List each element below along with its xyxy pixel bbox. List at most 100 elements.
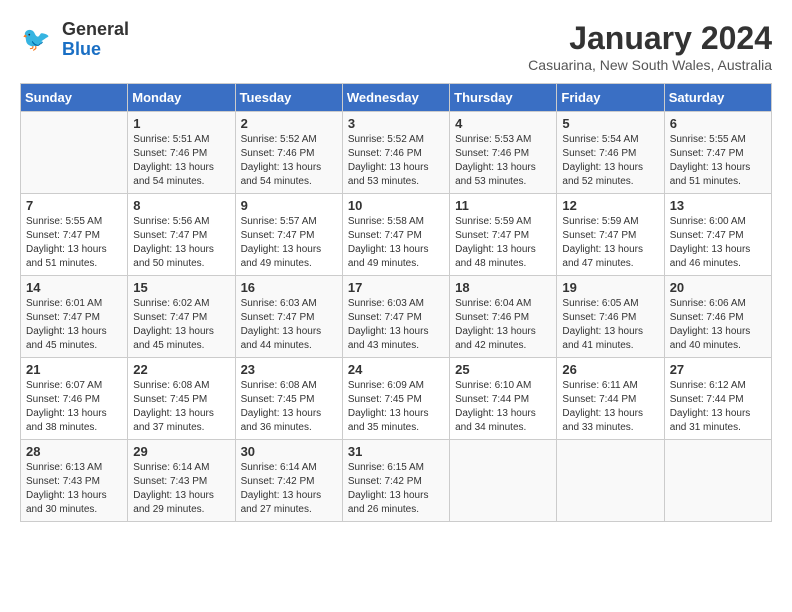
calendar-table: SundayMondayTuesdayWednesdayThursdayFrid… [20,83,772,522]
day-number: 22 [133,362,229,377]
day-number: 19 [562,280,658,295]
calendar-title: January 2024 [528,20,772,57]
day-info: Sunrise: 5:52 AM Sunset: 7:46 PM Dayligh… [348,133,444,189]
day-number: 15 [133,280,229,295]
day-number: 11 [455,198,551,213]
calendar-cell: 25 Sunrise: 6:10 AM Sunset: 7:44 PM Dayli… [450,358,557,440]
day-number: 21 [26,362,122,377]
calendar-cell: 10 Sunrise: 5:58 AM Sunset: 7:47 PM Dayli… [342,194,449,276]
calendar-cell: 20 Sunrise: 6:06 AM Sunset: 7:46 PM Dayli… [664,276,771,358]
calendar-cell [664,440,771,522]
calendar-cell: 14 Sunrise: 6:01 AM Sunset: 7:47 PM Dayli… [21,276,128,358]
calendar-cell: 1 Sunrise: 5:51 AM Sunset: 7:46 PM Daylig… [128,112,235,194]
calendar-cell: 4Sunrise: 5:53 AM Sunset: 7:46 PM Daylig… [450,112,557,194]
calendar-cell: 31 Sunrise: 6:15 AM Sunset: 7:42 PM Dayli… [342,440,449,522]
day-info: Sunrise: 5:55 AM Sunset: 7:47 PM Dayligh… [670,133,766,189]
day-info: Sunrise: 6:02 AM Sunset: 7:47 PM Dayligh… [133,297,229,353]
logo-line1: General [62,19,129,39]
day-info: Sunrise: 5:51 AM Sunset: 7:46 PM Dayligh… [133,133,229,189]
calendar-cell: 18 Sunrise: 6:04 AM Sunset: 7:46 PM Dayli… [450,276,557,358]
day-info: Sunrise: 6:14 AM Sunset: 7:43 PM Dayligh… [133,461,229,517]
day-number: 27 [670,362,766,377]
logo-line2: Blue [62,39,101,59]
calendar-cell: 22 Sunrise: 6:08 AM Sunset: 7:45 PM Dayli… [128,358,235,440]
calendar-week-row: 21 Sunrise: 6:07 AM Sunset: 7:46 PM Dayli… [21,358,772,440]
day-number: 28 [26,444,122,459]
calendar-cell: 19 Sunrise: 6:05 AM Sunset: 7:46 PM Dayli… [557,276,664,358]
day-number: 14 [26,280,122,295]
day-number: 26 [562,362,658,377]
day-number: 18 [455,280,551,295]
weekday-header-row: SundayMondayTuesdayWednesdayThursdayFrid… [21,84,772,112]
day-info: Sunrise: 6:03 AM Sunset: 7:47 PM Dayligh… [241,297,337,353]
day-number: 29 [133,444,229,459]
day-info: Sunrise: 6:07 AM Sunset: 7:46 PM Dayligh… [26,379,122,435]
calendar-week-row: 14 Sunrise: 6:01 AM Sunset: 7:47 PM Dayli… [21,276,772,358]
day-info: Sunrise: 6:05 AM Sunset: 7:46 PM Dayligh… [562,297,658,353]
day-number: 2 [241,116,337,131]
weekday-header-wednesday: Wednesday [342,84,449,112]
day-number: 4 [455,116,551,131]
calendar-cell: 7 Sunrise: 5:55 AM Sunset: 7:47 PM Daylig… [21,194,128,276]
calendar-cell: 13 Sunrise: 6:00 AM Sunset: 7:47 PM Dayli… [664,194,771,276]
calendar-week-row: 7 Sunrise: 5:55 AM Sunset: 7:47 PM Daylig… [21,194,772,276]
day-number: 13 [670,198,766,213]
calendar-cell: 12 Sunrise: 5:59 AM Sunset: 7:47 PM Dayli… [557,194,664,276]
weekday-header-sunday: Sunday [21,84,128,112]
day-number: 8 [133,198,229,213]
day-info: Sunrise: 5:57 AM Sunset: 7:47 PM Dayligh… [241,215,337,271]
day-info: Sunrise: 6:15 AM Sunset: 7:42 PM Dayligh… [348,461,444,517]
day-number: 12 [562,198,658,213]
day-number: 10 [348,198,444,213]
day-info: Sunrise: 6:04 AM Sunset: 7:46 PM Dayligh… [455,297,551,353]
day-info: Sunrise: 6:11 AM Sunset: 7:44 PM Dayligh… [562,379,658,435]
day-info: Sunrise: 5:55 AM Sunset: 7:47 PM Dayligh… [26,215,122,271]
day-info: Sunrise: 5:54 AM Sunset: 7:46 PM Dayligh… [562,133,658,189]
day-info: Sunrise: 6:09 AM Sunset: 7:45 PM Dayligh… [348,379,444,435]
calendar-cell: 29 Sunrise: 6:14 AM Sunset: 7:43 PM Dayli… [128,440,235,522]
page-header: 🐦 General Blue January 2024 Casuarina, N… [20,20,772,73]
calendar-cell: 8 Sunrise: 5:56 AM Sunset: 7:47 PM Daylig… [128,194,235,276]
calendar-cell: 23 Sunrise: 6:08 AM Sunset: 7:45 PM Dayli… [235,358,342,440]
day-number: 31 [348,444,444,459]
day-info: Sunrise: 6:06 AM Sunset: 7:46 PM Dayligh… [670,297,766,353]
calendar-cell: 27Sunrise: 6:12 AM Sunset: 7:44 PM Dayli… [664,358,771,440]
day-number: 3 [348,116,444,131]
calendar-cell [21,112,128,194]
day-info: Sunrise: 5:56 AM Sunset: 7:47 PM Dayligh… [133,215,229,271]
day-info: Sunrise: 5:52 AM Sunset: 7:46 PM Dayligh… [241,133,337,189]
calendar-cell: 28Sunrise: 6:13 AM Sunset: 7:43 PM Dayli… [21,440,128,522]
day-info: Sunrise: 5:59 AM Sunset: 7:47 PM Dayligh… [562,215,658,271]
day-number: 7 [26,198,122,213]
logo-icon: 🐦 [20,22,56,58]
calendar-cell: 26 Sunrise: 6:11 AM Sunset: 7:44 PM Dayli… [557,358,664,440]
weekday-header-monday: Monday [128,84,235,112]
day-info: Sunrise: 6:00 AM Sunset: 7:47 PM Dayligh… [670,215,766,271]
title-area: January 2024 Casuarina, New South Wales,… [528,20,772,73]
calendar-cell: 11 Sunrise: 5:59 AM Sunset: 7:47 PM Dayli… [450,194,557,276]
day-info: Sunrise: 6:10 AM Sunset: 7:44 PM Dayligh… [455,379,551,435]
day-number: 9 [241,198,337,213]
day-number: 1 [133,116,229,131]
day-number: 24 [348,362,444,377]
calendar-cell: 5Sunrise: 5:54 AM Sunset: 7:46 PM Daylig… [557,112,664,194]
day-info: Sunrise: 5:59 AM Sunset: 7:47 PM Dayligh… [455,215,551,271]
day-number: 16 [241,280,337,295]
day-info: Sunrise: 6:01 AM Sunset: 7:47 PM Dayligh… [26,297,122,353]
day-number: 23 [241,362,337,377]
day-info: Sunrise: 5:58 AM Sunset: 7:47 PM Dayligh… [348,215,444,271]
calendar-cell: 3 Sunrise: 5:52 AM Sunset: 7:46 PM Daylig… [342,112,449,194]
calendar-cell: 30Sunrise: 6:14 AM Sunset: 7:42 PM Dayli… [235,440,342,522]
day-number: 25 [455,362,551,377]
calendar-cell: 24 Sunrise: 6:09 AM Sunset: 7:45 PM Dayli… [342,358,449,440]
calendar-cell: 15 Sunrise: 6:02 AM Sunset: 7:47 PM Dayli… [128,276,235,358]
day-info: Sunrise: 6:14 AM Sunset: 7:42 PM Dayligh… [241,461,337,517]
weekday-header-tuesday: Tuesday [235,84,342,112]
day-info: Sunrise: 6:08 AM Sunset: 7:45 PM Dayligh… [133,379,229,435]
day-number: 20 [670,280,766,295]
calendar-week-row: 1 Sunrise: 5:51 AM Sunset: 7:46 PM Daylig… [21,112,772,194]
day-info: Sunrise: 6:08 AM Sunset: 7:45 PM Dayligh… [241,379,337,435]
calendar-cell [557,440,664,522]
logo-text: General Blue [62,20,129,60]
weekday-header-thursday: Thursday [450,84,557,112]
